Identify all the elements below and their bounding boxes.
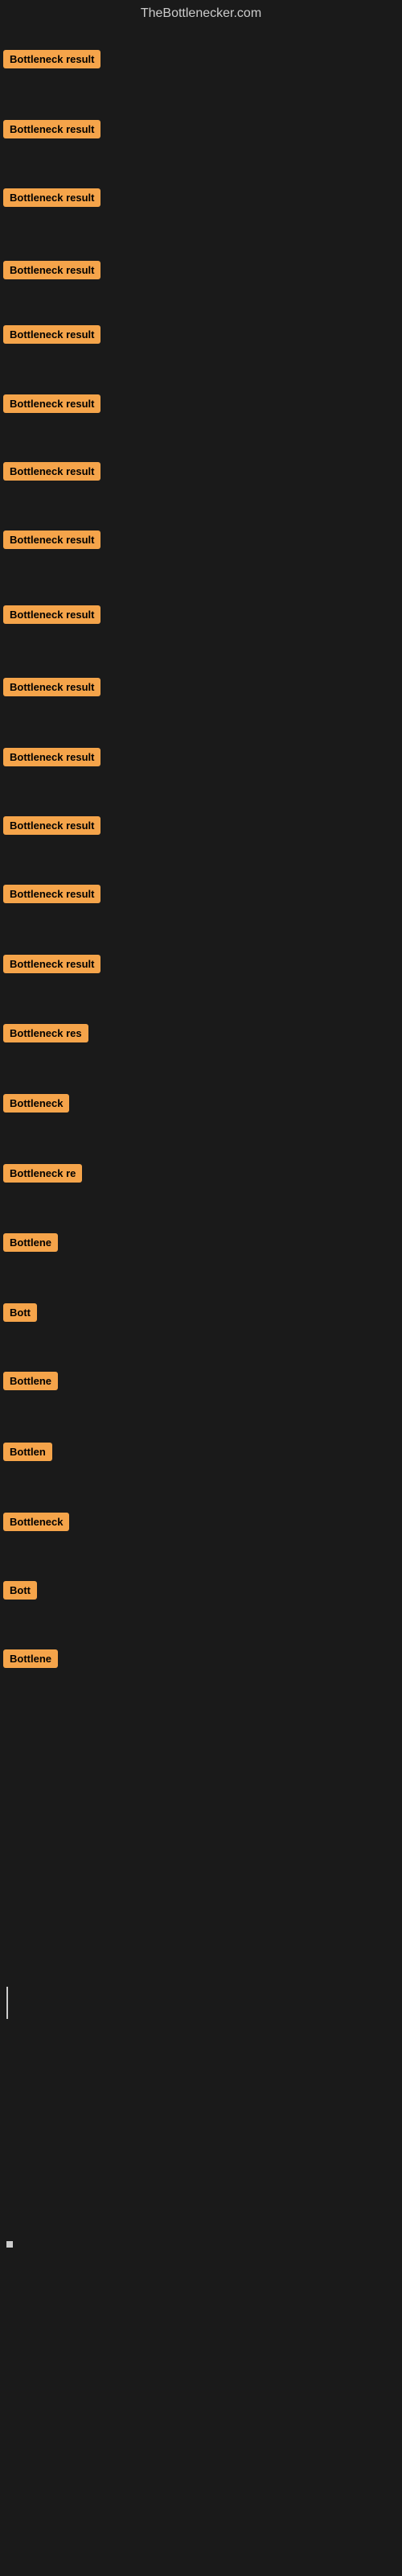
- result-row: Bottleneck result: [3, 816, 100, 839]
- result-row: Bottleneck result: [3, 955, 100, 977]
- bottleneck-result-badge[interactable]: Bottleneck result: [3, 50, 100, 68]
- result-row: Bottleneck result: [3, 325, 100, 348]
- result-row: Bottleneck result: [3, 748, 100, 770]
- result-row: Bott: [3, 1581, 37, 1604]
- bottleneck-result-badge[interactable]: Bottlen: [3, 1443, 52, 1461]
- result-row: Bottleneck result: [3, 462, 100, 485]
- bottleneck-result-badge[interactable]: Bottleneck result: [3, 394, 100, 413]
- result-row: Bottleneck result: [3, 394, 100, 417]
- result-row: Bottleneck re: [3, 1164, 82, 1187]
- bottleneck-result-badge[interactable]: Bottleneck result: [3, 678, 100, 696]
- small-dot: [6, 2241, 13, 2248]
- result-row: Bottlene: [3, 1372, 58, 1394]
- result-row: Bottlen: [3, 1443, 52, 1465]
- bottleneck-result-badge[interactable]: Bottleneck result: [3, 885, 100, 903]
- result-row: Bottleneck result: [3, 188, 100, 211]
- bottleneck-result-badge[interactable]: Bottleneck result: [3, 605, 100, 624]
- vertical-line: [6, 1987, 8, 2019]
- result-row: Bottleneck result: [3, 885, 100, 907]
- bottleneck-result-badge[interactable]: Bottlene: [3, 1372, 58, 1390]
- bottleneck-result-badge[interactable]: Bottleneck re: [3, 1164, 82, 1183]
- result-row: Bottleneck result: [3, 530, 100, 553]
- bottleneck-result-badge[interactable]: Bottleneck result: [3, 530, 100, 549]
- result-row: Bottleneck result: [3, 261, 100, 283]
- result-row: Bottleneck result: [3, 605, 100, 628]
- bottleneck-result-badge[interactable]: Bottleneck: [3, 1513, 69, 1531]
- bottleneck-result-badge[interactable]: Bottleneck res: [3, 1024, 88, 1042]
- bottleneck-result-badge[interactable]: Bottleneck result: [3, 261, 100, 279]
- bottleneck-result-badge[interactable]: Bottleneck: [3, 1094, 69, 1113]
- bottleneck-result-badge[interactable]: Bott: [3, 1303, 37, 1322]
- result-row: Bott: [3, 1303, 37, 1326]
- result-row: Bottleneck: [3, 1094, 69, 1117]
- bottleneck-result-badge[interactable]: Bottleneck result: [3, 748, 100, 766]
- result-row: Bottlene: [3, 1233, 58, 1256]
- result-row: Bottleneck res: [3, 1024, 88, 1046]
- result-row: Bottleneck result: [3, 50, 100, 72]
- result-row: Bottleneck result: [3, 120, 100, 142]
- bottleneck-result-badge[interactable]: Bottleneck result: [3, 816, 100, 835]
- result-row: Bottleneck: [3, 1513, 69, 1535]
- bottleneck-result-badge[interactable]: Bottleneck result: [3, 462, 100, 481]
- bottleneck-result-badge[interactable]: Bottleneck result: [3, 955, 100, 973]
- bottleneck-result-badge[interactable]: Bottlene: [3, 1649, 58, 1668]
- bottleneck-result-badge[interactable]: Bott: [3, 1581, 37, 1600]
- bottleneck-result-badge[interactable]: Bottleneck result: [3, 120, 100, 138]
- bottleneck-result-badge[interactable]: Bottleneck result: [3, 188, 100, 207]
- result-row: Bottlene: [3, 1649, 58, 1672]
- site-title: TheBottlenecker.com: [0, 0, 402, 27]
- result-row: Bottleneck result: [3, 678, 100, 700]
- bottleneck-result-badge[interactable]: Bottlene: [3, 1233, 58, 1252]
- bottleneck-result-badge[interactable]: Bottleneck result: [3, 325, 100, 344]
